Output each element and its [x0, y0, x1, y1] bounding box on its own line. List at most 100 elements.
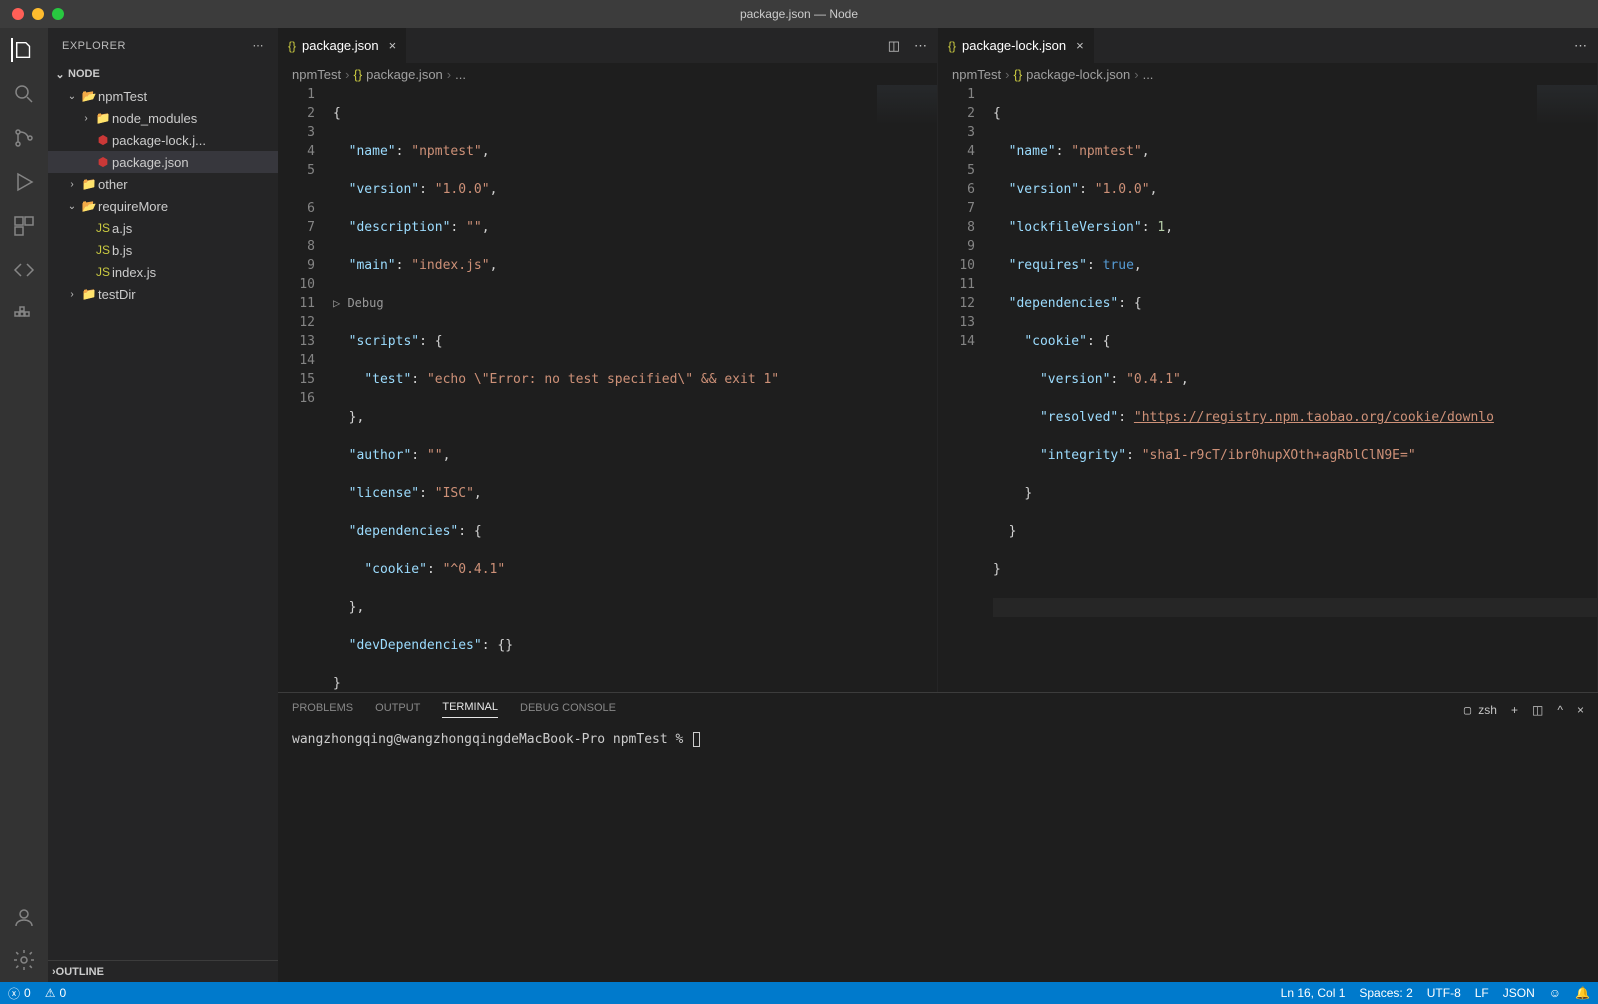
more-icon[interactable]: ⋯ — [253, 39, 265, 52]
status-eol[interactable]: LF — [1475, 986, 1489, 1000]
debug-codelens[interactable]: Debug — [347, 294, 383, 313]
run-debug-icon[interactable] — [12, 170, 36, 194]
folder-icon: 📁 — [94, 111, 112, 125]
close-tab-icon[interactable]: × — [389, 38, 397, 53]
minimap[interactable] — [877, 85, 937, 125]
status-lncol[interactable]: Ln 16, Col 1 — [1281, 986, 1346, 1000]
tree-file-ajs[interactable]: JS a.js — [48, 217, 278, 239]
breadcrumb-seg[interactable]: ... — [1143, 67, 1154, 82]
tree-label: package-lock.j... — [112, 133, 206, 148]
code-token: "description" — [349, 220, 451, 235]
more-actions-icon[interactable]: ⋯ — [1574, 38, 1587, 54]
breadcrumb-seg[interactable]: package-lock.json — [1026, 67, 1130, 82]
traffic-lights — [0, 8, 64, 20]
code-token: { — [993, 106, 1001, 121]
warning-icon: ⚠ — [45, 986, 56, 1000]
code-token: "dependencies" — [1009, 296, 1119, 311]
split-editor-icon[interactable]: ◫ — [888, 38, 900, 54]
tab-package-lock-json[interactable]: {} package-lock.json × — [938, 28, 1095, 63]
code-content[interactable]: { "name": "npmtest", "version": "1.0.0",… — [333, 85, 937, 692]
npm-icon: ⬢ — [94, 133, 112, 147]
code-token: { — [333, 106, 341, 121]
status-spaces[interactable]: Spaces: 2 — [1359, 986, 1412, 1000]
status-feedback-icon[interactable]: ☺ — [1549, 986, 1561, 1000]
breadcrumb-seg[interactable]: ... — [455, 67, 466, 82]
panel-tabs: PROBLEMS OUTPUT TERMINAL DEBUG CONSOLE ▢… — [278, 693, 1598, 726]
chevron-down-icon: ⌄ — [64, 201, 80, 212]
tree-file-bjs[interactable]: JS b.js — [48, 239, 278, 261]
explorer-icon[interactable] — [11, 38, 35, 62]
chevron-right-icon: › — [447, 67, 451, 82]
json-icon: {} — [1013, 67, 1022, 82]
status-encoding[interactable]: UTF-8 — [1427, 986, 1461, 1000]
tree-folder-node-modules[interactable]: › 📁 node_modules — [48, 107, 278, 129]
status-bar: ⓧ0 ⚠0 Ln 16, Col 1 Spaces: 2 UTF-8 LF JS… — [0, 982, 1598, 1004]
tab-label: package.json — [302, 38, 379, 53]
maximize-panel-icon[interactable]: ^ — [1557, 703, 1563, 717]
close-panel-icon[interactable]: × — [1577, 703, 1584, 717]
panel-tab-output[interactable]: OUTPUT — [375, 702, 420, 718]
code-token: "cookie" — [364, 562, 427, 577]
code-editor-right[interactable]: 1234567891011121314 { "name": "npmtest",… — [938, 85, 1597, 692]
code-token: "echo \"Error: no test specified\" && ex… — [427, 372, 779, 387]
search-icon[interactable] — [12, 82, 36, 106]
tree-label: a.js — [112, 221, 132, 236]
terminal-shell-label[interactable]: ▢ zsh — [1464, 703, 1497, 717]
tree-label: b.js — [112, 243, 132, 258]
tree-folder-npmtest[interactable]: ⌄ 📂 npmTest — [48, 85, 278, 107]
tree-root-header[interactable]: ⌄ NODE — [48, 63, 278, 85]
panel-tab-terminal[interactable]: TERMINAL — [442, 701, 498, 718]
status-errors[interactable]: ⓧ0 — [8, 985, 31, 1002]
tree-folder-testdir[interactable]: › 📁 testDir — [48, 283, 278, 305]
close-tab-icon[interactable]: × — [1076, 38, 1084, 53]
status-warnings[interactable]: ⚠0 — [45, 986, 66, 1000]
code-token: "" — [427, 448, 443, 463]
minimap[interactable] — [1537, 85, 1597, 125]
code-token: "devDependencies" — [349, 638, 482, 653]
minimize-window-button[interactable] — [32, 8, 44, 20]
tree-folder-other[interactable]: › 📁 other — [48, 173, 278, 195]
tree-label: other — [98, 177, 128, 192]
title-bar: package.json — Node — [0, 0, 1598, 28]
split-terminal-icon[interactable]: ◫ — [1532, 703, 1543, 717]
new-terminal-icon[interactable]: + — [1511, 703, 1518, 717]
code-content[interactable]: { "name": "npmtest", "version": "1.0.0",… — [993, 85, 1597, 692]
code-token: "https://registry.npm.taobao.org/cookie/… — [1134, 410, 1494, 425]
code-token: "resolved" — [1040, 410, 1118, 425]
tab-label: package-lock.json — [962, 38, 1066, 53]
status-bell-icon[interactable]: 🔔 — [1575, 986, 1590, 1000]
breadcrumb-left[interactable]: npmTest › {} package.json › ... — [278, 63, 937, 85]
status-language[interactable]: JSON — [1503, 986, 1535, 1000]
outline-label: OUTLINE — [56, 966, 104, 978]
panel-tab-debug-console[interactable]: DEBUG CONSOLE — [520, 702, 616, 718]
maximize-window-button[interactable] — [52, 8, 64, 20]
docker-icon[interactable] — [12, 302, 36, 326]
code-editor-left[interactable]: 12345 678910111213141516 { "name": "npmt… — [278, 85, 937, 692]
close-window-button[interactable] — [12, 8, 24, 20]
outline-section[interactable]: › OUTLINE — [48, 960, 278, 982]
tree-folder-requiremore[interactable]: ⌄ 📂 requireMore — [48, 195, 278, 217]
tab-package-json[interactable]: {} package.json × — [278, 28, 407, 63]
folder-icon: 📁 — [80, 287, 98, 301]
tree-file-package-lock[interactable]: ⬢ package-lock.j... — [48, 129, 278, 151]
code-token: "^0.4.1" — [443, 562, 506, 577]
panel-tab-problems[interactable]: PROBLEMS — [292, 702, 353, 718]
settings-gear-icon[interactable] — [12, 948, 36, 972]
code-token: "name" — [1009, 144, 1056, 159]
remote-icon[interactable] — [12, 258, 36, 282]
breadcrumb-right[interactable]: npmTest › {} package-lock.json › ... — [938, 63, 1597, 85]
breadcrumb-seg[interactable]: npmTest — [952, 67, 1001, 82]
account-icon[interactable] — [12, 906, 36, 930]
extensions-icon[interactable] — [12, 214, 36, 238]
code-token: "dependencies" — [349, 524, 459, 539]
source-control-icon[interactable] — [12, 126, 36, 150]
terminal-body[interactable]: wangzhongqing@wangzhongqingdeMacBook-Pro… — [278, 726, 1598, 982]
tabs-bar-left: {} package.json × ◫ ⋯ — [278, 28, 937, 63]
error-icon: ⓧ — [8, 985, 20, 1002]
warning-count: 0 — [59, 986, 66, 1000]
more-actions-icon[interactable]: ⋯ — [914, 38, 927, 54]
breadcrumb-seg[interactable]: package.json — [366, 67, 443, 82]
tree-file-indexjs[interactable]: JS index.js — [48, 261, 278, 283]
tree-file-package-json[interactable]: ⬢ package.json — [48, 151, 278, 173]
breadcrumb-seg[interactable]: npmTest — [292, 67, 341, 82]
